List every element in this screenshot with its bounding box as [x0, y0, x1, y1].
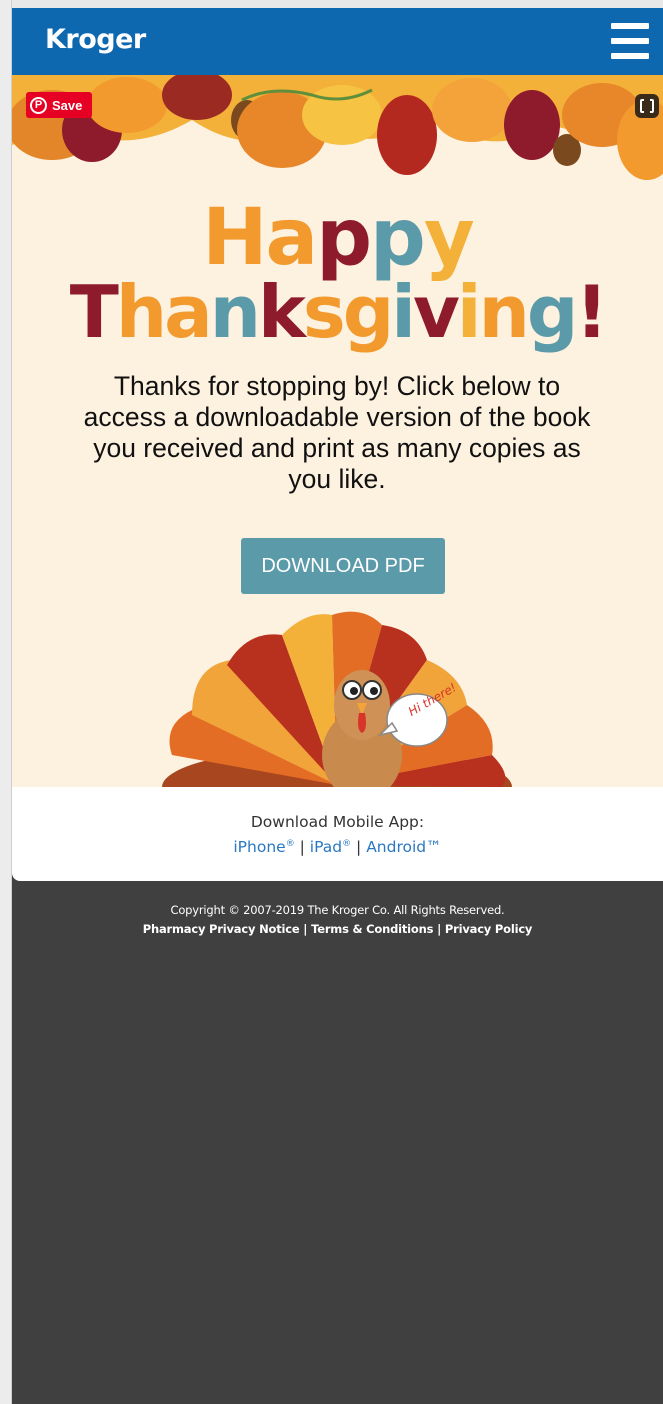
mobile-app-strip: Download Mobile App: iPhone® | iPad® | A…: [12, 787, 663, 881]
pinterest-save-button[interactable]: P Save: [26, 92, 92, 118]
title-letter: !: [575, 270, 608, 354]
title-thanksgiving: Thanksgiving!: [12, 270, 663, 354]
copyright-text: Copyright © 2007-2019 The Kroger Co. All…: [170, 903, 505, 917]
title-letter: s: [302, 270, 346, 354]
title-letter: g: [342, 270, 395, 354]
page-frame: Kroger P Save Happy Thanksgiving! Thanks…: [12, 8, 663, 1404]
ipad-link-label: iPad: [309, 838, 343, 856]
ipad-link[interactable]: iPad®: [310, 838, 351, 856]
kroger-logo[interactable]: Kroger: [45, 24, 146, 55]
title-letter: i: [456, 270, 482, 354]
iphone-link-label: iPhone: [233, 838, 286, 856]
title-letter: k: [257, 270, 306, 354]
pinterest-save-label: Save: [52, 97, 83, 113]
autumn-leaves-border: [12, 75, 663, 180]
browser-left-edge: [0, 0, 12, 1404]
iphone-link[interactable]: iPhone®: [233, 838, 294, 856]
separator: |: [356, 838, 362, 856]
title-letter: T: [69, 270, 119, 354]
title-letter: a: [164, 270, 213, 354]
download-pdf-button[interactable]: DOWNLOAD PDF: [241, 538, 445, 594]
thanksgiving-hero: P Save Happy Thanksgiving! Thanks for st…: [12, 75, 663, 787]
privacy-policy-link[interactable]: Privacy Policy: [445, 922, 533, 936]
title-letter: g: [526, 270, 579, 354]
title-letter: n: [209, 270, 261, 354]
download-app-label: Download Mobile App:: [250, 813, 425, 831]
registered-mark: ®: [342, 838, 352, 849]
site-header: Kroger: [12, 8, 663, 75]
title-letter: n: [478, 270, 530, 354]
title-letter: h: [115, 270, 167, 354]
footer-links: Pharmacy Privacy Notice | Terms & Condit…: [12, 922, 663, 936]
expand-icon[interactable]: [635, 94, 659, 118]
separator: |: [299, 838, 305, 856]
title-letter: v: [412, 270, 460, 354]
separator: |: [437, 922, 442, 936]
pharmacy-privacy-link[interactable]: Pharmacy Privacy Notice: [143, 922, 300, 936]
terms-conditions-link[interactable]: Terms & Conditions: [311, 922, 433, 936]
turkey-illustration: Hi there!: [162, 611, 512, 787]
android-link[interactable]: Android™: [366, 838, 441, 856]
hamburger-menu-icon[interactable]: [611, 23, 649, 59]
registered-mark: ®: [285, 838, 295, 849]
intro-text: Thanks for stopping by! Click below to a…: [83, 371, 591, 494]
title-letter: i: [391, 270, 416, 354]
app-links: iPhone® | iPad® | Android™: [12, 838, 663, 856]
separator: |: [303, 922, 308, 936]
pinterest-icon: P: [30, 96, 47, 114]
